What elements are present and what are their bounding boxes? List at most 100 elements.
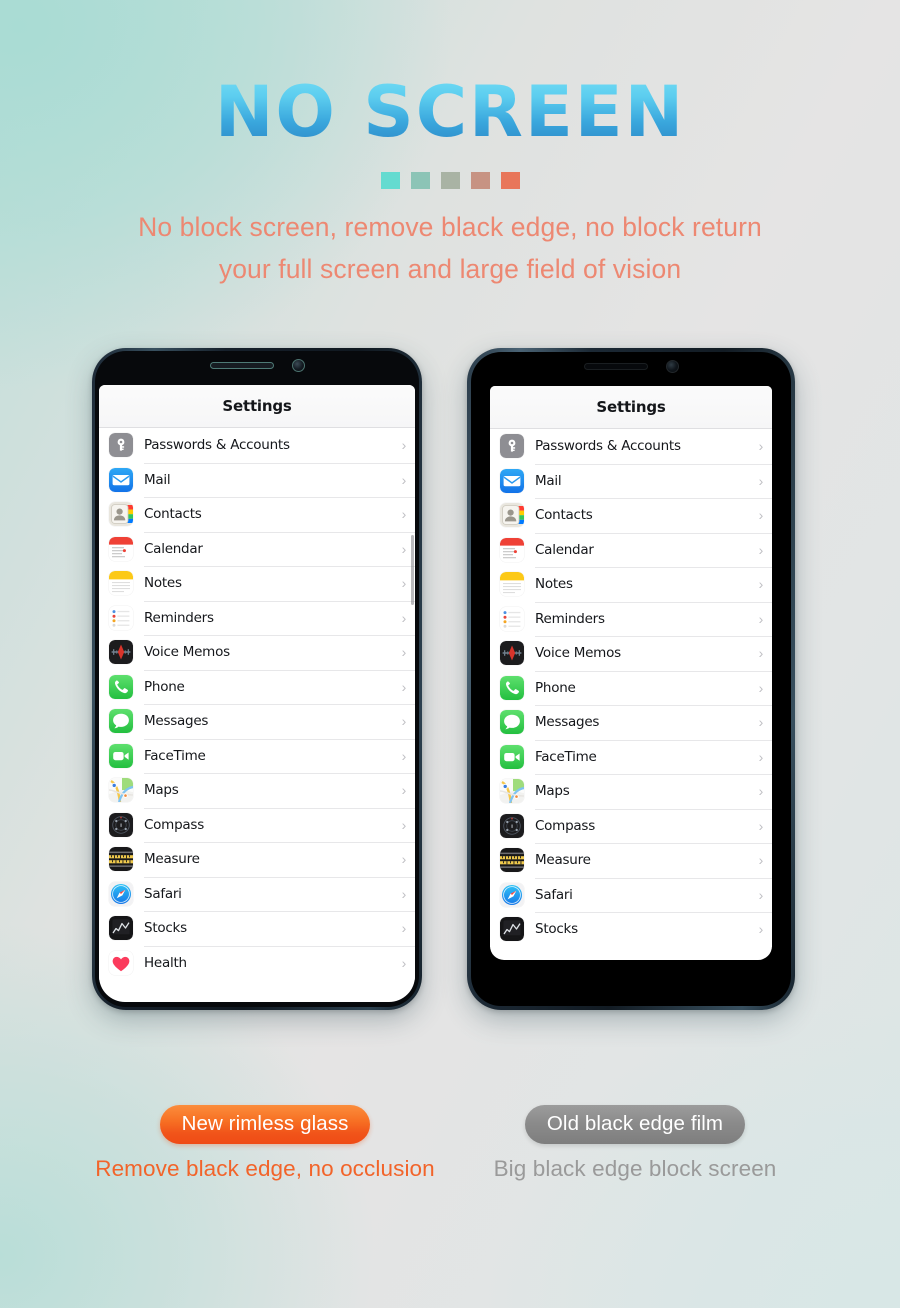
contacts-icon [500, 503, 524, 528]
settings-row-compass[interactable]: Compass › [99, 807, 415, 843]
settings-row-label: Safari [535, 886, 573, 903]
settings-row-voice-memos[interactable]: Voice Memos › [490, 636, 772, 671]
settings-row-passwords-accounts[interactable]: Passwords & Accounts › [490, 429, 772, 464]
front-camera-icon [665, 359, 679, 373]
settings-row-label: Messages [144, 713, 209, 730]
settings-row-safari[interactable]: Safari › [490, 877, 772, 913]
settings-row-label: Stocks [144, 920, 187, 937]
settings-row-label: Notes [535, 576, 573, 593]
phone-old-black-edge-film: Settings Passwords & Accounts › Mail › Conta… [467, 348, 795, 1010]
measure-icon [500, 848, 524, 873]
settings-row-reminders[interactable]: Reminders › [99, 600, 415, 636]
settings-row-notes[interactable]: Notes › [490, 567, 772, 602]
chevron-right-icon: › [758, 645, 764, 662]
contacts-icon [109, 502, 133, 527]
settings-row-facetime[interactable]: FaceTime › [490, 739, 772, 775]
settings-row-label: Maps [535, 783, 570, 800]
settings-row-stocks[interactable]: Stocks › [99, 911, 415, 946]
settings-row-messages[interactable]: Messages › [99, 704, 415, 739]
settings-row-maps[interactable]: Maps › [490, 774, 772, 809]
page-headline: NO SCREEN [0, 75, 900, 150]
settings-row-mail[interactable]: Mail › [490, 463, 772, 499]
badge-new-rimless-glass: New rimless glass [159, 1105, 371, 1144]
settings-row-label: Safari [144, 885, 182, 902]
settings-row-measure[interactable]: Measure › [99, 842, 415, 877]
settings-row-label: Voice Memos [535, 645, 621, 662]
settings-row-messages[interactable]: Messages › [490, 705, 772, 740]
safari-icon [500, 882, 524, 907]
settings-row-phone[interactable]: Phone › [99, 669, 415, 705]
chevron-right-icon: › [758, 714, 764, 731]
settings-title: Settings [596, 398, 666, 416]
chevron-right-icon: › [401, 747, 407, 764]
phone-old-body: Settings Passwords & Accounts › Mail › Conta… [471, 352, 791, 1006]
settings-row-contacts[interactable]: Contacts › [490, 498, 772, 533]
settings-row-label: Contacts [144, 506, 202, 523]
phone-icon [109, 674, 133, 699]
settings-row-label: Compass [535, 817, 595, 834]
settings-row-label: Messages [535, 714, 600, 731]
settings-list-old[interactable]: Passwords & Accounts › Mail › Contacts › Calen… [490, 429, 772, 947]
settings-row-passwords-accounts[interactable]: Passwords & Accounts › [99, 428, 415, 463]
settings-row-compass[interactable]: Compass › [490, 808, 772, 844]
settings-title: Settings [222, 397, 292, 415]
subtitle-line-2: your full screen and large field of visi… [218, 254, 682, 284]
settings-nav-bar: Settings [490, 386, 772, 429]
front-camera-icon [291, 358, 305, 372]
maps-icon [109, 778, 133, 803]
chevron-right-icon: › [758, 817, 764, 834]
phone-icon [500, 675, 524, 700]
passwords-icon [500, 434, 524, 459]
settings-row-maps[interactable]: Maps › [99, 773, 415, 808]
chevron-right-icon: › [401, 954, 407, 971]
settings-row-contacts[interactable]: Contacts › [99, 497, 415, 532]
settings-row-label: Mail [535, 472, 562, 489]
settings-row-voice-memos[interactable]: Voice Memos › [99, 635, 415, 670]
chevron-right-icon: › [401, 644, 407, 661]
reminders-icon [109, 605, 133, 630]
phone-new-screen: Settings Passwords & Accounts › Mail › Conta… [99, 385, 415, 1002]
badge-old-black-edge-film: Old black edge film [524, 1105, 746, 1144]
settings-row-notes[interactable]: Notes › [99, 566, 415, 601]
settings-row-calendar[interactable]: Calendar › [490, 532, 772, 568]
settings-row-label: Phone [535, 679, 576, 696]
earpiece-speaker-icon [583, 362, 648, 370]
settings-row-stocks[interactable]: Stocks › [490, 912, 772, 947]
phone-old-top-bar [471, 352, 791, 380]
voice-memos-icon [500, 641, 524, 666]
chevron-right-icon: › [401, 851, 407, 868]
chevron-right-icon: › [401, 885, 407, 902]
square-2 [410, 172, 430, 189]
settings-row-reminders[interactable]: Reminders › [490, 601, 772, 637]
settings-row-label: Notes [144, 575, 182, 592]
caption-old: Old black edge film Big black edge block… [430, 1105, 840, 1182]
chevron-right-icon: › [401, 506, 407, 523]
scroll-indicator[interactable] [411, 535, 414, 605]
chevron-right-icon: › [401, 471, 407, 488]
settings-row-label: FaceTime [144, 747, 206, 764]
settings-row-facetime[interactable]: FaceTime › [99, 738, 415, 774]
measure-icon [109, 847, 133, 872]
settings-row-label: Phone [144, 678, 185, 695]
chevron-right-icon: › [401, 678, 407, 695]
chevron-right-icon: › [401, 437, 407, 454]
settings-row-measure[interactable]: Measure › [490, 843, 772, 878]
phone-new-top-bar [95, 351, 419, 379]
settings-list-new[interactable]: Passwords & Accounts › Mail › Contacts › Calen… [99, 428, 415, 980]
subtitle-line-1: No block screen, remove black edge, no b… [138, 212, 762, 242]
reminders-icon [500, 606, 524, 631]
settings-row-label: Reminders [535, 610, 605, 627]
chevron-right-icon: › [758, 438, 764, 455]
phone-new-rimless-glass: Settings Passwords & Accounts › Mail › Conta… [92, 348, 422, 1010]
settings-row-safari[interactable]: Safari › [99, 876, 415, 912]
settings-row-label: Contacts [535, 507, 593, 524]
settings-row-health[interactable]: Health › [99, 945, 415, 981]
settings-row-phone[interactable]: Phone › [490, 670, 772, 706]
chevron-right-icon: › [401, 920, 407, 937]
facetime-icon [109, 743, 133, 768]
settings-nav-bar: Settings [99, 385, 415, 428]
health-icon [109, 950, 133, 975]
settings-row-label: FaceTime [535, 748, 597, 765]
settings-row-calendar[interactable]: Calendar › [99, 531, 415, 567]
settings-row-mail[interactable]: Mail › [99, 462, 415, 498]
